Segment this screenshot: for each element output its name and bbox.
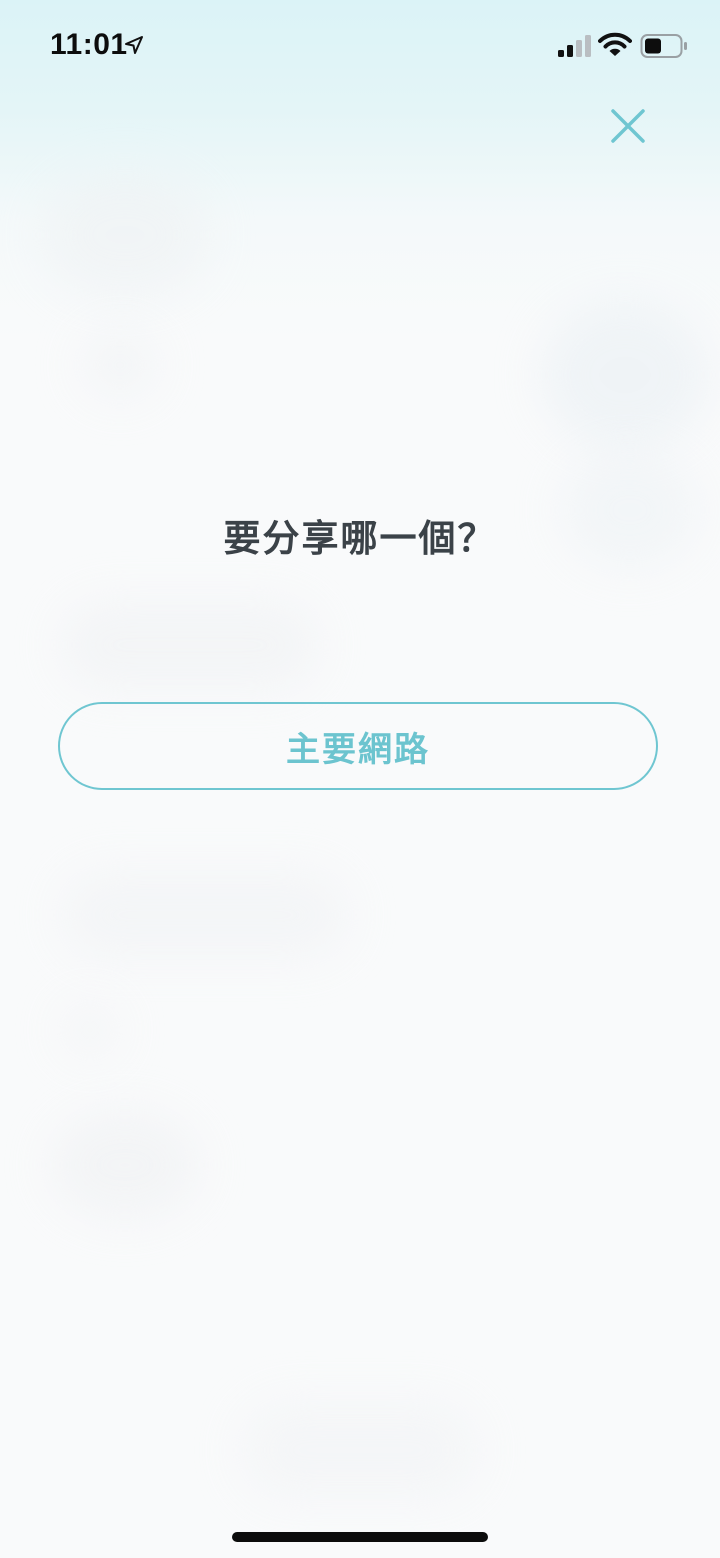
share-network-screen: 11:01 要分享哪一個？ 主要網路 xyxy=(0,0,720,1558)
backdrop-blur xyxy=(240,1400,480,1500)
prompt-title: 要分享哪一個？ xyxy=(223,517,497,560)
backdrop-blur xyxy=(80,330,160,400)
battery-icon xyxy=(640,34,687,58)
primary-network-label: 主要網路 xyxy=(286,729,430,770)
backdrop-blur xyxy=(50,1110,200,1220)
status-bar: 11:01 xyxy=(0,0,720,90)
wifi-icon xyxy=(598,32,632,56)
cellular-signal-icon xyxy=(558,35,591,57)
location-arrow-icon xyxy=(125,36,143,54)
primary-network-button[interactable]: 主要網路 xyxy=(58,702,658,790)
backdrop-blur xyxy=(60,870,350,960)
backdrop-blur xyxy=(540,300,710,450)
backdrop-blur xyxy=(40,170,210,300)
status-time: 11:01 xyxy=(50,28,128,61)
close-icon xyxy=(611,109,645,143)
home-indicator[interactable] xyxy=(232,1532,488,1542)
backdrop-blur xyxy=(60,600,320,690)
backdrop-blur xyxy=(60,1000,120,1060)
close-button[interactable] xyxy=(604,102,652,150)
